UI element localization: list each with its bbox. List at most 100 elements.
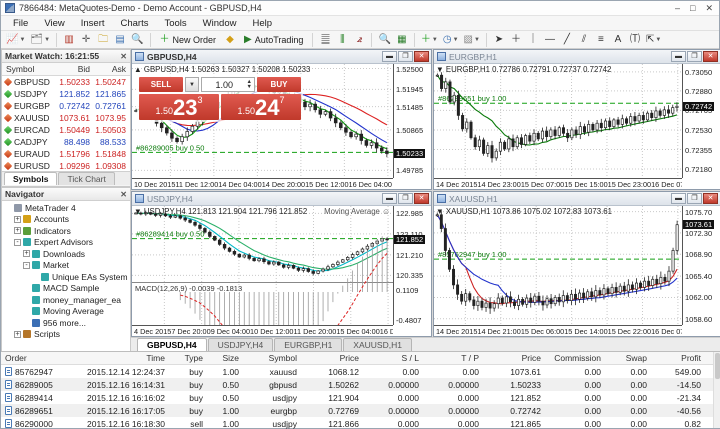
toolbar-vertical-line-button[interactable]: ｜ (525, 32, 541, 48)
restore-icon[interactable]: ❐ (687, 193, 702, 204)
terminal-column-symbol[interactable]: Symbol (243, 353, 301, 363)
terminal-order-row[interactable]: 86289414 2015.12.16 16:16:02 buy 0.50 usdjpy… (1, 391, 720, 404)
market-watch-row[interactable]: EURCAD 1.50449 1.50503 (2, 124, 130, 136)
navigator-item-956-more-[interactable]: 956 more... (2, 317, 130, 329)
expand-icon[interactable]: + (14, 215, 21, 223)
scrollbar-thumb[interactable] (715, 353, 720, 379)
sell-dropdown-icon[interactable]: ▼ (185, 77, 199, 92)
close-icon[interactable]: ✕ (120, 52, 127, 61)
terminal-column-commission[interactable]: Commission (545, 353, 605, 363)
navigator-item-unique-eas-system-0[interactable]: Unique EAs System 0 (2, 271, 130, 283)
expand-icon[interactable]: + (14, 227, 21, 235)
terminal-order-row[interactable]: 86289651 2015.12.16 16:17:05 buy 1.00 eurgbp… (1, 404, 720, 417)
terminal-scrollbar[interactable] (713, 352, 720, 428)
close-icon[interactable]: ✕ (703, 51, 718, 62)
close-icon[interactable]: ✕ (414, 193, 429, 204)
collapse-icon[interactable]: - (23, 261, 30, 269)
menu-item-tools[interactable]: Tools (156, 17, 194, 30)
market-watch-row[interactable]: EURUSD 1.09296 1.09308 (2, 160, 130, 171)
terminal-column-price[interactable]: Price (301, 353, 363, 363)
navigator-item-money-manager-ea[interactable]: money_manager_ea (2, 294, 130, 306)
toolbar-new-chart-button[interactable]: 📈 ▼ (4, 32, 27, 48)
navigator-item-accounts[interactable]: + Accounts (2, 214, 130, 226)
close-icon[interactable]: ✕ (120, 190, 127, 199)
market-watch-tab-symbols[interactable]: Symbols (4, 172, 58, 185)
collapse-icon[interactable]: - (14, 238, 21, 246)
navigator-item-expert-advisors[interactable]: - Expert Advisors (2, 237, 130, 249)
minimize-icon[interactable]: ▬ (382, 51, 397, 62)
toolbar-new-order-button[interactable]: ＋ New Order (155, 32, 222, 48)
chart-body[interactable]: ▲ GBPUSD,H4 1.50263 1.50327 1.50208 1.50… (132, 64, 431, 189)
market-watch-row[interactable]: XAUUSD 1073.61 1073.95 (2, 112, 130, 124)
menu-item-charts[interactable]: Charts (113, 17, 157, 30)
time-axis[interactable]: 14 Dec 2015 14 Dec 23:00 15 Dec 07:00 15 De… (434, 178, 682, 189)
navigator-item-market[interactable]: - Market (2, 260, 130, 272)
chart-tab-gbpusd-h4[interactable]: GBPUSD,H4 (137, 338, 207, 351)
navigator-item-moving-average[interactable]: Moving Average (2, 306, 130, 318)
toolbar-zoom-in-button[interactable]: 🔍 (376, 32, 392, 48)
minimize-icon[interactable]: ▬ (671, 51, 686, 62)
terminal-order-row[interactable]: 86290000 2015.12.16 16:18:30 sell 1.00 usdjp… (1, 417, 720, 429)
toolbar-terminal-button[interactable]: ▤ (112, 32, 128, 48)
navigator-item-metatrader-4[interactable]: MetaTrader 4 (2, 202, 130, 214)
terminal-column-tp[interactable]: T / P (423, 353, 483, 363)
toolbar-equidistant-channel-button[interactable]: ⫽ (576, 32, 592, 48)
expand-icon[interactable]: + (23, 250, 30, 258)
restore-icon[interactable]: ❐ (398, 193, 413, 204)
expand-icon[interactable]: + (14, 330, 21, 338)
chart-body[interactable]: ▼ USDJPY,H4 121.813 121.904 121.796 121.… (132, 206, 431, 336)
toolbar-templates-button[interactable]: ▧ ▼ (462, 32, 482, 48)
price-axis[interactable]: 122.985 122.110 121.210 120.335 121.852 0.110… (393, 206, 431, 325)
terminal-column-type[interactable]: Type (169, 353, 207, 363)
close-icon[interactable]: ✕ (414, 51, 429, 62)
terminal-column-order[interactable]: Order (1, 353, 65, 363)
time-axis[interactable]: 14 Dec 2015 14 Dec 21:00 15 Dec 06:00 15 De… (434, 325, 682, 336)
toolbar-crosshair-button[interactable]: ＋ (508, 32, 524, 48)
toolbar-cursor-button[interactable]: ➤ (491, 32, 507, 48)
toolbar-trendline-button[interactable]: ╱ (559, 32, 575, 48)
toolbar-market-watch-button[interactable]: ▥ (61, 32, 77, 48)
time-axis[interactable]: 10 Dec 2015 11 Dec 12:00 14 Dec 04:00 14 De… (132, 178, 393, 189)
terminal-column-sl[interactable]: S / L (363, 353, 423, 363)
toolbar-profiles-button[interactable]: 🗂 ▼ (28, 32, 52, 48)
toolbar-data-window-button[interactable]: ✛ (78, 32, 94, 48)
toolbar-autotrading-button[interactable]: ▶ AutoTrading (239, 32, 308, 48)
close-icon[interactable]: ✕ (705, 3, 713, 13)
buy-button[interactable]: BUY (257, 77, 301, 92)
chart-body[interactable]: ▼ XAUUSD,H1 1073.86 1075.02 1072.83 1073… (434, 206, 720, 336)
toolbar-navigator-button[interactable]: 🗀 (95, 32, 111, 48)
market-watch-row[interactable]: EURGBP 0.72742 0.72761 (2, 100, 130, 112)
volume-input[interactable]: 1.00 ▲ ▼ (201, 77, 255, 92)
menu-item-help[interactable]: Help (244, 17, 280, 30)
chart-tab-xauusd-h1[interactable]: XAUUSD,H1 (343, 338, 412, 351)
terminal-column-price2[interactable]: Price (483, 353, 545, 363)
time-axis[interactable]: 4 Dec 2015 7 Dec 20:00 9 Dec 04:00 10 Dec 1… (132, 325, 393, 336)
chart-title-bar[interactable]: GBPUSD,H4 ▬ ❐ ✕ (132, 50, 431, 64)
price-axis[interactable]: 1075.70 1072.30 1068.90 1065.40 1062.00 1058.… (682, 206, 720, 325)
toolbar-indicators-button[interactable]: ＋ ▼ (419, 32, 440, 48)
terminal-column-time[interactable]: Time (65, 353, 169, 363)
navigator-item-scripts[interactable]: + Scripts (2, 329, 130, 341)
toolbar-candlestick-chart-button[interactable]: ⫼ (334, 32, 350, 48)
chart-title-bar[interactable]: XAUUSD,H1 ▬ ❐ ✕ (434, 192, 720, 206)
terminal-order-row[interactable]: 86289005 2015.12.16 16:14:31 buy 0.50 gbpusd… (1, 378, 720, 391)
toolbar-tile-windows-button[interactable]: ▦ (394, 32, 410, 48)
menu-item-window[interactable]: Window (195, 17, 245, 30)
navigator-item-indicators[interactable]: + Indicators (2, 225, 130, 237)
minimize-icon[interactable]: – (675, 3, 680, 13)
chart-tab-eurgbp-h1[interactable]: EURGBP,H1 (274, 338, 343, 351)
terminal-column-swap[interactable]: Swap (605, 353, 651, 363)
restore-icon[interactable]: ❐ (687, 51, 702, 62)
price-axis[interactable]: 1.52500 1.51945 1.51485 1.50865 1.49785 1.502… (393, 64, 431, 178)
toolbar-bar-chart-button[interactable]: 𝄛 (317, 32, 333, 48)
toolbar-fibonacci-button[interactable]: ≡ (593, 32, 609, 48)
chart-tab-usdjpy-h4[interactable]: USDJPY,H4 (207, 338, 274, 351)
toolbar-horizontal-line-button[interactable]: — (542, 32, 558, 48)
toolbar-periods-button[interactable]: ◷ ▼ (441, 32, 461, 48)
terminal-column-profit[interactable]: Profit (651, 353, 705, 363)
minimize-icon[interactable]: ▬ (671, 193, 686, 204)
navigator-item-downloads[interactable]: + Downloads (2, 248, 130, 260)
toolbar-text-label-button[interactable]: 🄣 (627, 32, 643, 48)
market-watch-row[interactable]: EURAUD 1.51796 1.51848 (2, 148, 130, 160)
price-chart[interactable]: #86289414 buy 0.50 MACD(12,26,9) -0.0039 … (132, 206, 393, 325)
